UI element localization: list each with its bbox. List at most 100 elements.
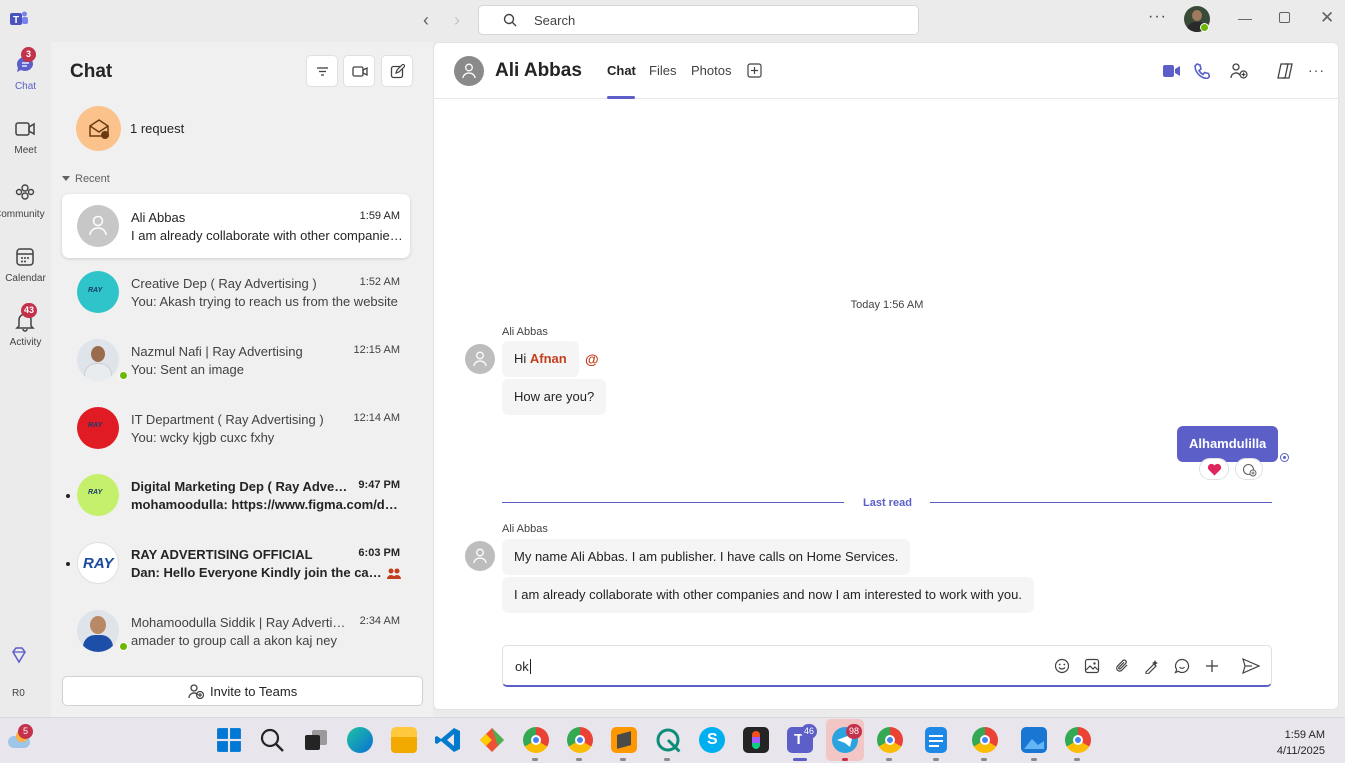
figma-icon[interactable] xyxy=(743,727,769,753)
chat-bubble-icon[interactable] xyxy=(1174,658,1190,674)
sublime-text-icon[interactable] xyxy=(611,727,637,753)
group-call-icon xyxy=(387,568,401,579)
close-icon[interactable]: ✕ xyxy=(1320,8,1334,28)
rail-item-calendar[interactable]: Calendar xyxy=(0,246,51,302)
minimize-icon[interactable]: — xyxy=(1238,10,1252,26)
message-bubble[interactable]: How are you? xyxy=(502,379,607,415)
contact-avatar[interactable] xyxy=(454,56,484,86)
loop-pen-icon[interactable] xyxy=(1144,658,1160,674)
forward-arrow-icon[interactable]: › xyxy=(446,9,468,31)
compose-input[interactable]: ok xyxy=(515,659,531,674)
recent-label: Recent xyxy=(75,173,110,185)
running-indicator xyxy=(981,758,987,761)
chat-list-item[interactable]: RAY Digital Marketing Dep ( Ray Advertis… xyxy=(62,463,410,527)
chat-time: 1:52 AM xyxy=(359,276,400,288)
tab-chat[interactable]: Chat xyxy=(607,63,636,78)
meet-now-button[interactable] xyxy=(343,55,375,87)
avatar xyxy=(77,205,119,247)
calendar-icon xyxy=(16,248,34,266)
chat-header: Ali Abbas Chat Files Photos ··· xyxy=(434,43,1340,99)
unread-dot-icon xyxy=(66,494,70,498)
app-icon[interactable] xyxy=(655,727,681,753)
chevron-down-icon xyxy=(62,176,70,181)
photos-icon[interactable] xyxy=(1021,727,1047,753)
maximize-icon[interactable] xyxy=(1279,12,1290,23)
chat-list-item[interactable]: Mohamoodulla Siddik | Ray Advertising 2:… xyxy=(62,599,410,663)
copilot-icon[interactable] xyxy=(1276,63,1294,79)
add-reaction-button[interactable] xyxy=(1235,458,1263,480)
new-chat-button[interactable] xyxy=(381,55,413,87)
chat-list-item[interactable]: Ali Abbas 1:59 AM I am already collabora… xyxy=(62,194,410,258)
my-message-bubble[interactable]: Alhamdulilla xyxy=(1177,426,1279,462)
running-indicator xyxy=(842,758,848,761)
rail-item-community[interactable]: Community xyxy=(0,182,51,238)
add-people-icon[interactable] xyxy=(1230,63,1248,79)
plus-icon[interactable] xyxy=(1204,658,1220,674)
search-icon[interactable] xyxy=(259,727,285,753)
audio-call-icon[interactable] xyxy=(1194,63,1210,79)
teams-window: ‹ › Search ··· — ✕ T 3 Chat Meet Communi… xyxy=(0,0,1345,763)
back-arrow-icon[interactable]: ‹ xyxy=(415,9,437,31)
more-options-icon[interactable]: ··· xyxy=(1148,8,1167,26)
active-app-indicator xyxy=(793,758,807,761)
heart-reaction[interactable] xyxy=(1199,458,1229,480)
request-avatar xyxy=(76,106,121,151)
rail-item-activity[interactable]: 43 Activity xyxy=(0,303,51,366)
message-sender: Ali Abbas xyxy=(502,523,548,535)
chat-preview: You: Sent an image xyxy=(131,362,244,377)
chat-list-item[interactable]: RAY RAY ADVERTISING OFFICIAL 6:03 PM Dan… xyxy=(62,531,410,595)
filter-button[interactable] xyxy=(306,55,338,87)
notepad-icon[interactable] xyxy=(925,727,947,753)
compose-text: ok xyxy=(515,659,529,674)
system-clock[interactable]: 1:59 AM 4/11/2025 xyxy=(1277,727,1325,759)
send-icon[interactable] xyxy=(1242,658,1260,674)
search-input[interactable]: Search xyxy=(478,5,919,35)
message-bubble[interactable]: My name Ali Abbas. I am publisher. I hav… xyxy=(502,539,911,575)
tab-files[interactable]: Files xyxy=(649,63,676,78)
chrome-icon[interactable] xyxy=(1065,727,1091,753)
running-indicator xyxy=(576,758,582,761)
chrome-icon[interactable] xyxy=(523,727,549,753)
message-request[interactable]: 1 request xyxy=(76,106,376,152)
add-tab-icon[interactable] xyxy=(747,63,762,78)
chat-name: RAY ADVERTISING OFFICIAL xyxy=(131,547,313,562)
chat-list-item[interactable]: RAY Creative Dep ( Ray Advertising ) 1:5… xyxy=(62,260,410,324)
recent-section-header[interactable]: Recent xyxy=(62,173,110,185)
message-bubble[interactable]: I am already collaborate with other comp… xyxy=(502,577,1034,613)
windows-start-icon[interactable] xyxy=(216,727,242,753)
chat-list-item[interactable]: RAY IT Department ( Ray Advertising ) 12… xyxy=(62,396,410,460)
rail-item-meet[interactable]: Meet xyxy=(0,118,51,174)
message-bubble[interactable]: Hi Afnan xyxy=(502,341,579,377)
git-app-icon[interactable] xyxy=(479,727,505,753)
attach-icon[interactable] xyxy=(1114,658,1130,674)
mention-at-icon: @ xyxy=(585,351,599,367)
rail-item-chat[interactable]: 3 Chat xyxy=(0,47,51,110)
compose-box[interactable]: ok xyxy=(502,645,1272,687)
running-indicator xyxy=(664,758,670,761)
rail-label-activity: Activity xyxy=(9,337,42,348)
tab-photos[interactable]: Photos xyxy=(691,63,731,78)
running-indicator xyxy=(532,758,538,761)
more-options-icon[interactable]: ··· xyxy=(1308,62,1325,78)
chrome-icon[interactable] xyxy=(972,727,998,753)
chat-preview: Dan: Hello Everyone Kindly join the call… xyxy=(131,565,383,580)
premium-diamond-icon[interactable] xyxy=(10,646,28,664)
file-explorer-icon[interactable] xyxy=(391,727,417,753)
chat-list-item[interactable]: Nazmul Nafi | Ray Advertising 12:15 AM Y… xyxy=(62,328,410,392)
chrome-icon[interactable] xyxy=(877,727,903,753)
chrome-icon[interactable] xyxy=(567,727,593,753)
skype-icon[interactable]: S xyxy=(699,727,725,753)
task-view-icon[interactable] xyxy=(303,727,329,753)
rail-label-community: Community xyxy=(0,209,45,220)
edge-icon[interactable] xyxy=(347,727,373,753)
vscode-icon[interactable] xyxy=(435,727,461,753)
mention[interactable]: Afnan xyxy=(530,351,567,366)
search-placeholder: Search xyxy=(534,13,576,28)
chat-time: 2:34 AM xyxy=(359,615,400,627)
emoji-icon[interactable] xyxy=(1054,658,1070,674)
invite-to-teams-button[interactable]: Invite to Teams xyxy=(62,676,423,706)
image-icon[interactable] xyxy=(1084,658,1100,674)
message-text: I am already collaborate with other comp… xyxy=(514,587,1022,602)
video-call-icon[interactable] xyxy=(1163,64,1181,78)
last-read-divider xyxy=(502,502,844,503)
